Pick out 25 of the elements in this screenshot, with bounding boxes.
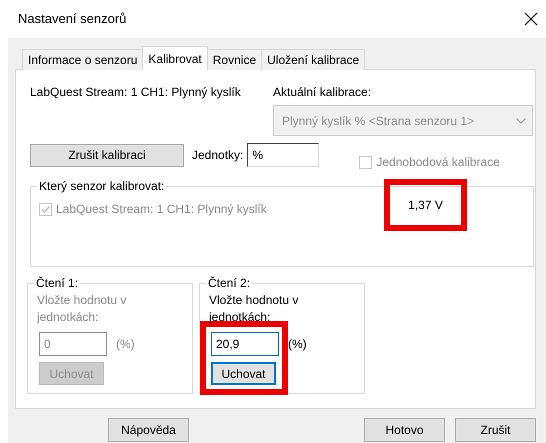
- store-button[interactable]: Uchovat: [211, 362, 276, 385]
- dialog-button[interactable]: Hotovo: [364, 418, 445, 442]
- close-icon[interactable]: [524, 12, 538, 26]
- units-field[interactable]: %: [247, 143, 320, 167]
- reading-prompt: Vložte hodnotu v jednotkách:: [37, 292, 128, 326]
- reading-prompt: Vložte hodnotu v jednotkách:: [209, 292, 300, 326]
- chevron-down-icon: [516, 118, 526, 124]
- tab[interactable]: Informace o senzoru: [22, 49, 144, 70]
- tab[interactable]: Kalibrovat: [142, 46, 208, 70]
- tab[interactable]: Rovnice: [206, 49, 262, 70]
- sensor-name: LabQuest Stream: 1 CH1: Plynný kyslík: [30, 84, 242, 101]
- unit-label: (%): [288, 336, 307, 353]
- window-title: Nastavení senzorů: [18, 10, 126, 28]
- cancel-calibration-button[interactable]: Zrušit kalibraci: [30, 144, 184, 166]
- tab[interactable]: Uložení kalibrace: [261, 49, 366, 70]
- calibration-label: Aktuální kalibrace:: [273, 84, 372, 101]
- unit-label: (%): [116, 336, 135, 353]
- value-field[interactable]: 20,9: [211, 332, 279, 356]
- dialog-button[interactable]: Zrušit: [455, 418, 536, 442]
- units-label: Jednotky:: [192, 147, 244, 164]
- single-point-label: Jednobodová kalibrace: [376, 154, 500, 171]
- sensor-label: LabQuest Stream: 1 CH1: Plynný kyslík: [56, 201, 267, 218]
- voltage-reading: 1,37 V: [408, 197, 443, 214]
- group-title: Který senzor kalibrovat:: [37, 178, 166, 194]
- dialog-button[interactable]: Nápověda: [108, 418, 189, 442]
